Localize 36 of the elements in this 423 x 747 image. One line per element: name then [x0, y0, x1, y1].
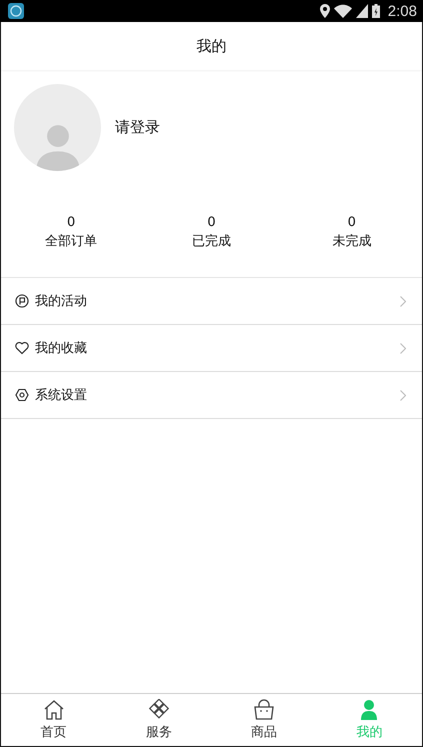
stat-item[interactable]: 0 未完成	[282, 213, 422, 251]
clock-time: 2:08	[388, 2, 417, 20]
app-icon	[8, 3, 24, 19]
chevron-right-icon	[400, 390, 406, 400]
tab[interactable]: 商品	[212, 694, 317, 746]
wifi-icon	[334, 4, 352, 18]
stat-item[interactable]: 0 全部订单	[1, 213, 142, 251]
page-title: 我的	[196, 36, 226, 56]
signal-icon	[356, 4, 368, 18]
stat-label: 全部订单	[45, 233, 98, 251]
shopping-bag-icon	[253, 699, 276, 721]
diamond-grid-icon	[148, 699, 170, 721]
home-icon	[42, 699, 65, 721]
login-link[interactable]: 请登录	[115, 118, 160, 137]
stat-count: 0	[67, 214, 76, 232]
menu-label: 我的活动	[35, 293, 88, 310]
stat-item[interactable]: 0 已完成	[141, 213, 282, 251]
menu-item[interactable]: 系统设置	[1, 372, 422, 419]
chevron-right-icon	[400, 342, 406, 354]
heart-icon	[15, 341, 29, 355]
stat-label: 已完成	[192, 233, 231, 251]
stat-label: 未完成	[332, 233, 372, 251]
menu-item[interactable]: 我的活动	[1, 278, 422, 325]
person-silhouette-icon	[36, 123, 80, 171]
stat-count: 0	[348, 214, 356, 232]
chevron-right-icon	[400, 296, 406, 306]
activity-icon	[15, 294, 29, 308]
tab[interactable]: 服务	[106, 694, 212, 746]
location-icon	[320, 4, 330, 18]
battery-icon	[372, 4, 380, 18]
stat-count: 0	[207, 214, 216, 232]
settings-icon	[15, 388, 29, 402]
tab[interactable]: 首页	[1, 694, 106, 746]
menu-item[interactable]: 我的收藏	[1, 325, 422, 372]
menu-label: 我的收藏	[35, 340, 88, 357]
menu-label: 系统设置	[35, 387, 88, 404]
